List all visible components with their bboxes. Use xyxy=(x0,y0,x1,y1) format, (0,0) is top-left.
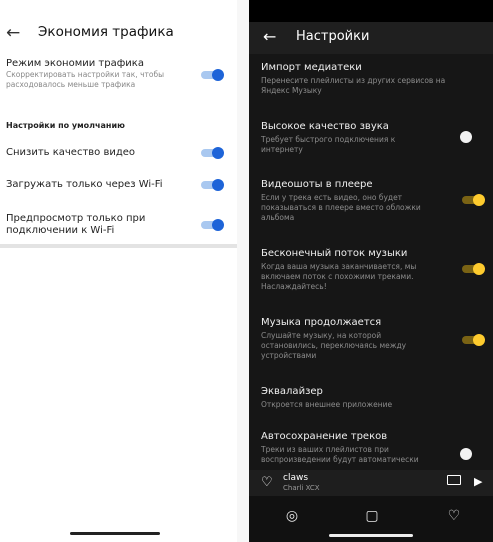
setting-label: Загружать только через Wi-Fi xyxy=(6,179,163,190)
nav-home-icon[interactable]: ◎ xyxy=(282,506,302,526)
toggle-infinite-stream[interactable] xyxy=(462,263,485,275)
track-title: claws xyxy=(283,473,309,483)
nav-collection-icon[interactable]: ▢ xyxy=(362,506,382,526)
setting-description: Перенесите плейлисты из других сервисов … xyxy=(261,76,446,95)
mini-player[interactable]: ♡ claws Charli XCX ▶ xyxy=(249,470,493,496)
track-artist: Charli XCX xyxy=(283,484,320,492)
divider xyxy=(0,244,237,248)
setting-label: Автосохранение треков xyxy=(261,431,388,442)
status-bar xyxy=(249,0,493,22)
home-indicator[interactable] xyxy=(70,532,160,535)
traffic-saving-screen: ← Экономия трафика Режим экономии трафик… xyxy=(0,0,237,542)
setting-description: Откроется внешнее приложение xyxy=(261,400,393,409)
setting-description: Треки из ваших плейлистов при воспроизве… xyxy=(261,445,419,464)
right-header: ← Настройки xyxy=(249,22,493,54)
setting-label: Эквалайзер xyxy=(261,386,323,397)
setting-row-autosave[interactable]: Автосохранение треков Треки из ваших пле… xyxy=(261,431,441,469)
setting-label: Видеошоты в плеере xyxy=(261,179,373,190)
cast-device-icon[interactable] xyxy=(447,475,461,485)
toggle-preview-wifi[interactable] xyxy=(201,219,224,231)
bottom-navigation: ◎ ▢ ♡ xyxy=(249,496,493,542)
setting-label: Бесконечный поток музыки xyxy=(261,248,408,259)
setting-label: Предпросмотр только при подключении к Wi… xyxy=(6,213,146,236)
settings-screen: ← Настройки Импорт медиатеки Перенесите … xyxy=(249,0,493,542)
section-header: Настройки по умолчанию xyxy=(6,121,125,130)
toggle-music-continues[interactable] xyxy=(462,334,485,346)
setting-row-traffic-saving[interactable]: Режим экономии трафика Скорректировать н… xyxy=(6,58,231,90)
setting-description: Если у трека есть видео, оно будет показ… xyxy=(261,193,421,222)
toggle-autosave[interactable] xyxy=(455,448,477,460)
home-indicator[interactable] xyxy=(329,534,413,537)
setting-label: Снизить качество видео xyxy=(6,147,136,158)
setting-label: Режим экономии трафика xyxy=(6,58,144,69)
setting-row-high-quality[interactable]: Высокое качество звука Требует быстрого … xyxy=(261,121,426,155)
back-arrow-icon[interactable]: ← xyxy=(263,27,276,46)
setting-row-music-continues[interactable]: Музыка продолжается Слушайте музыку, на … xyxy=(261,317,436,361)
setting-description: Когда ваша музыка заканчивается, мы вклю… xyxy=(261,262,417,291)
setting-row-infinite-stream[interactable]: Бесконечный поток музыки Когда ваша музы… xyxy=(261,248,451,292)
toggle-traffic-saving[interactable] xyxy=(201,69,224,81)
page-title: Экономия трафика xyxy=(38,24,174,40)
setting-row-equalizer[interactable]: Эквалайзер Откроется внешнее приложение xyxy=(261,386,461,410)
setting-row-video-shots[interactable]: Видеошоты в плеере Если у трека есть вид… xyxy=(261,179,451,223)
heart-icon[interactable]: ♡ xyxy=(261,475,273,490)
setting-row-wifi-only[interactable]: Загружать только через Wi-Fi xyxy=(6,179,231,191)
nav-favorites-heart-icon[interactable]: ♡ xyxy=(444,506,464,526)
setting-row-preview-wifi[interactable]: Предпросмотр только при подключении к Wi… xyxy=(6,213,166,237)
setting-description: Слушайте музыку, на которой остановились… xyxy=(261,331,407,360)
setting-description: Скорректировать настройки так, чтобы рас… xyxy=(6,70,165,89)
setting-label: Импорт медиатеки xyxy=(261,62,362,73)
screen-gap xyxy=(237,0,249,542)
setting-description: Требует быстрого подключения к интернету xyxy=(261,135,396,154)
left-header: ← Экономия трафика xyxy=(0,22,237,46)
setting-row-import-library[interactable]: Импорт медиатеки Перенесите плейлисты из… xyxy=(261,62,471,96)
play-icon[interactable]: ▶ xyxy=(474,475,482,488)
toggle-lower-video-quality[interactable] xyxy=(201,147,224,159)
setting-label: Высокое качество звука xyxy=(261,121,389,132)
toggle-high-quality[interactable] xyxy=(455,131,477,143)
setting-row-lower-video-quality[interactable]: Снизить качество видео xyxy=(6,147,231,159)
back-arrow-icon[interactable]: ← xyxy=(6,22,26,46)
setting-label: Музыка продолжается xyxy=(261,317,382,328)
page-title: Настройки xyxy=(296,29,370,44)
toggle-video-shots[interactable] xyxy=(462,194,485,206)
toggle-wifi-only[interactable] xyxy=(201,179,224,191)
